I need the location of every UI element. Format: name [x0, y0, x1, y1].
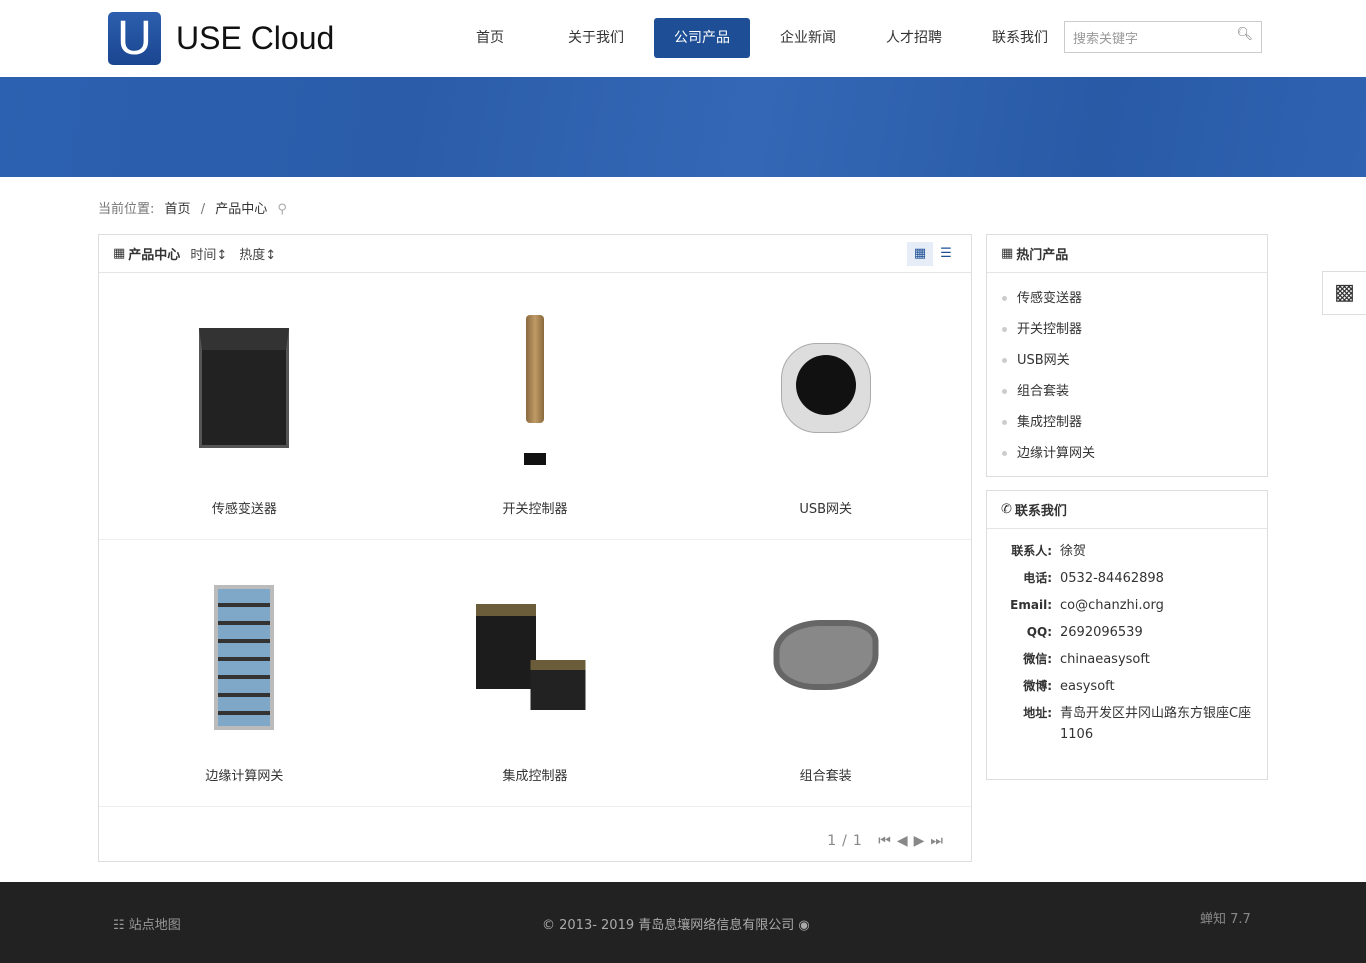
- product-name[interactable]: 边缘计算网关: [99, 765, 390, 784]
- product-image[interactable]: [214, 585, 275, 730]
- dashboard-icon: ◉: [798, 918, 810, 933]
- hot-item[interactable]: 组合套装: [1002, 376, 1252, 407]
- logo-icon[interactable]: U: [108, 12, 161, 65]
- footer: ☷ 站点地图 © 2013- 2019 青岛息壤网络信息有限公司 ◉ 蝉知 7.…: [0, 882, 1366, 963]
- contact-panel: ✆ 联系我们 联系人: 徐贺 电话: 0532-84462898 Email: co@c…: [986, 490, 1268, 780]
- prev-page-icon[interactable]: ◀︎: [897, 833, 914, 849]
- location-icon: ⚲: [277, 202, 287, 217]
- header: U USE Cloud 首页 关于我们 公司产品 企业新闻 人才招聘 联系我们 …: [0, 0, 1366, 77]
- breadcrumb-prefix: 当前位置:: [98, 202, 155, 217]
- hot-item[interactable]: USB网关: [1002, 345, 1252, 376]
- contact-row: 微信: chinaeasysoft: [1023, 652, 1150, 667]
- last-page-icon[interactable]: ⏭︎: [930, 833, 949, 849]
- product-stand: [523, 453, 546, 465]
- contact-row: 微博: easysoft: [1023, 679, 1115, 694]
- product-name[interactable]: 开关控制器: [390, 498, 681, 517]
- hot-item[interactable]: 集成控制器: [1002, 407, 1252, 438]
- banner: [0, 77, 1366, 177]
- hot-products-panel: ▦ 热门产品 传感变送器 开关控制器 USB网关 组合套装 集成控制器 边缘计算网…: [986, 234, 1268, 477]
- site-name[interactable]: USE Cloud: [176, 20, 334, 57]
- hot-item[interactable]: 传感变送器: [1002, 283, 1252, 314]
- product-speaker: [795, 355, 856, 415]
- product-card[interactable]: 传感变送器: [99, 273, 390, 540]
- product-name[interactable]: 组合套装: [680, 765, 971, 784]
- nav-jobs[interactable]: 人才招聘: [866, 18, 962, 58]
- product-image[interactable]: [199, 328, 290, 448]
- product-name[interactable]: 传感变送器: [99, 498, 390, 517]
- panel-title: 产品中心: [128, 248, 181, 263]
- search-placeholder: 搜索关键字: [1073, 32, 1139, 47]
- product-card[interactable]: 边缘计算网关: [99, 540, 390, 807]
- contact-title: 联系我们: [1014, 504, 1067, 519]
- product-card[interactable]: 集成控制器: [389, 540, 681, 807]
- contact-row: 电话: 0532-84462898: [1023, 571, 1164, 586]
- product-image[interactable]: [475, 604, 536, 689]
- search-input[interactable]: 搜索关键字 🔍︎: [1064, 21, 1262, 53]
- nav-home[interactable]: 首页: [442, 18, 538, 58]
- sitemap-link[interactable]: ☷ 站点地图: [113, 914, 181, 933]
- product-panel: ▦ 产品中心 时间↕ 热度↕ ▦ ☰ 传感变送器 开关控制器 USB网关 边缘计…: [98, 234, 972, 862]
- first-page-icon[interactable]: ⏮︎: [878, 833, 897, 849]
- product-image[interactable]: [773, 620, 879, 690]
- nav-news[interactable]: 企业新闻: [760, 18, 856, 58]
- list-view-icon[interactable]: ☰: [933, 242, 959, 266]
- product-name[interactable]: 集成控制器: [390, 765, 681, 784]
- nav-products[interactable]: 公司产品: [654, 18, 750, 58]
- hot-title: 热门产品: [1016, 248, 1069, 263]
- product-card[interactable]: 开关控制器: [389, 273, 681, 540]
- contact-row: 联系人: 徐贺: [1011, 544, 1087, 559]
- product-name[interactable]: USB网关: [680, 498, 971, 517]
- breadcrumb-current[interactable]: 产品中心: [215, 202, 267, 217]
- hot-item[interactable]: 开关控制器: [1002, 314, 1252, 345]
- next-page-icon[interactable]: ▶︎: [914, 833, 931, 849]
- page-count: 1/1: [827, 833, 868, 849]
- search-icon[interactable]: 🔍︎: [1236, 27, 1253, 42]
- grid-icon: ▦: [113, 246, 126, 261]
- copyright: © 2013- 2019 青岛息壤网络信息有限公司 ◉: [542, 918, 810, 933]
- breadcrumb-home[interactable]: 首页: [165, 202, 191, 217]
- grid-icon: ▦: [1001, 246, 1014, 261]
- product-amp: [530, 660, 586, 710]
- product-image[interactable]: [525, 315, 544, 423]
- main-nav: 首页 关于我们 公司产品 企业新闻 人才招聘 联系我们: [442, 18, 1078, 58]
- hot-item[interactable]: 边缘计算网关: [1002, 438, 1252, 469]
- contact-row: 地址: 青岛开发区井冈山路东方银座C座 1106: [1023, 706, 1252, 742]
- phone-icon: ✆: [1001, 502, 1012, 517]
- breadcrumb: 当前位置: 首页 / 产品中心 ⚲: [98, 198, 293, 217]
- pagination: 1/1 ⏮︎◀︎▶︎⏭︎: [827, 833, 949, 849]
- contact-row: Email: co@chanzhi.org: [1010, 598, 1164, 613]
- qrcode-icon[interactable]: ▩: [1322, 271, 1366, 315]
- sort-hot[interactable]: 热度↕: [239, 244, 276, 263]
- nav-contact[interactable]: 联系我们: [972, 18, 1068, 58]
- product-card[interactable]: USB网关: [680, 273, 971, 540]
- powered-by[interactable]: 蝉知 7.7: [1200, 908, 1251, 927]
- product-panel-header: ▦ 产品中心 时间↕ 热度↕ ▦ ☰: [99, 235, 971, 273]
- contact-row: QQ: 2692096539: [1026, 625, 1143, 640]
- sort-time[interactable]: 时间↕: [190, 244, 227, 263]
- product-card[interactable]: 组合套装: [680, 540, 971, 807]
- grid-view-icon[interactable]: ▦: [907, 242, 933, 266]
- breadcrumb-sep: /: [200, 202, 206, 217]
- nav-about[interactable]: 关于我们: [548, 18, 644, 58]
- sitemap-icon: ☷: [113, 918, 129, 933]
